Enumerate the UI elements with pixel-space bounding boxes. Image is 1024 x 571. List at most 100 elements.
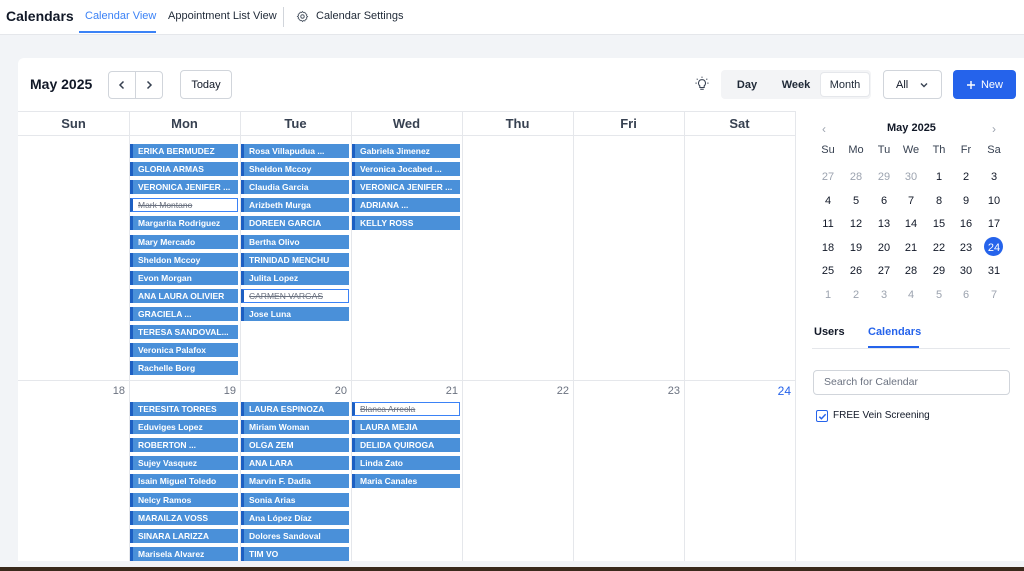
appointment-event[interactable]: Sheldon Mccoy — [241, 162, 349, 177]
calendar-checkbox[interactable] — [816, 410, 828, 422]
appointment-event[interactable]: Sheldon Mccoy — [130, 252, 238, 267]
appointment-event[interactable]: KELLY ROSS — [352, 216, 460, 231]
previous-button[interactable] — [108, 71, 136, 99]
appointment-event[interactable]: ANA LAURA OLIVIER — [130, 288, 238, 303]
appointment-event[interactable]: GRACIELA ... — [130, 306, 238, 321]
appointment-event[interactable]: Mark Montano — [130, 198, 238, 213]
mini-day[interactable]: 23 — [956, 240, 976, 256]
next-button[interactable] — [135, 71, 163, 99]
appointment-event[interactable]: Rachelle Borg — [130, 361, 238, 376]
appointment-event[interactable]: Gabriela Jimenez — [352, 144, 460, 158]
view-week-button[interactable]: Week — [772, 73, 820, 96]
appointment-event[interactable]: Maria Canales — [352, 474, 460, 489]
tab-calendars[interactable]: Calendars — [868, 326, 921, 338]
appointment-event[interactable]: MARAILZA VOSS — [130, 510, 238, 525]
mini-day[interactable]: 1 — [929, 169, 949, 185]
appointment-event[interactable]: Marisela Alvarez — [130, 546, 238, 561]
new-button[interactable]: New — [953, 70, 1016, 99]
appointment-event[interactable]: Ana López Díaz — [241, 510, 349, 525]
mini-day[interactable]: 6 — [956, 287, 976, 303]
appointment-event[interactable]: ERIKA BERMUDEZ — [130, 144, 238, 158]
mini-day[interactable]: 17 — [984, 216, 1004, 232]
appointment-event[interactable]: LAURA ESPINOZA — [241, 402, 349, 416]
day-number[interactable]: 18 — [18, 385, 125, 397]
mini-day[interactable]: 27 — [818, 169, 838, 185]
appointment-event[interactable]: Jose Luna — [241, 306, 349, 321]
mini-day[interactable]: 12 — [846, 216, 866, 232]
appointment-event[interactable]: ADRIANA ... — [352, 198, 460, 213]
mini-day[interactable]: 5 — [846, 193, 866, 209]
appointment-event[interactable]: Bertha Olivo — [241, 234, 349, 249]
appointment-event[interactable]: Claudia Garcia — [241, 180, 349, 195]
mini-prev-icon[interactable]: ‹ — [822, 122, 826, 136]
mini-day[interactable]: 21 — [901, 240, 921, 256]
mini-day[interactable]: 20 — [874, 240, 894, 256]
mini-day[interactable]: 4 — [901, 287, 921, 303]
mini-day[interactable]: 4 — [818, 193, 838, 209]
appointment-event[interactable]: DELIDA QUIROGA — [352, 438, 460, 453]
mini-next-icon[interactable]: › — [992, 122, 996, 136]
mini-day[interactable]: 28 — [846, 169, 866, 185]
appointment-event[interactable]: DOREEN GARCIA — [241, 216, 349, 231]
appointment-event[interactable]: Sujey Vasquez — [130, 456, 238, 471]
mini-day[interactable]: 28 — [901, 263, 921, 279]
appointment-event[interactable]: CARMEN VARGAS — [241, 288, 349, 303]
appointment-event[interactable]: TRINIDAD MENCHU — [241, 252, 349, 267]
mini-day[interactable]: 14 — [901, 216, 921, 232]
appointment-event[interactable]: Sonia Arias — [241, 492, 349, 507]
appointment-event[interactable]: Miriam Woman — [241, 420, 349, 435]
mini-day[interactable]: 7 — [984, 287, 1004, 303]
appointment-event[interactable]: Eduviges Lopez — [130, 420, 238, 435]
appointment-event[interactable]: Marvin F. Dadia — [241, 474, 349, 489]
mini-day[interactable]: 5 — [929, 287, 949, 303]
appointment-event[interactable]: ROBERTON ... — [130, 438, 238, 453]
appointment-event[interactable]: TIM VO — [241, 546, 349, 561]
mini-day[interactable]: 11 — [818, 216, 838, 232]
day-number[interactable]: 21 — [351, 385, 458, 397]
mini-day[interactable]: 3 — [874, 287, 894, 303]
appointment-event[interactable]: VERONICA JENIFER ... — [130, 180, 238, 195]
appointment-event[interactable]: Nelcy Ramos — [130, 492, 238, 507]
mini-day[interactable]: 30 — [956, 263, 976, 279]
tab-calendar-settings[interactable]: Calendar Settings — [316, 10, 403, 22]
appointment-event[interactable]: TERESITA TORRES — [130, 402, 238, 416]
filter-select[interactable]: All — [883, 70, 942, 99]
mini-day[interactable]: 31 — [984, 263, 1004, 279]
appointment-event[interactable]: Rosa Villapudua ... — [241, 144, 349, 158]
appointment-event[interactable]: Margarita Rodriguez — [130, 216, 238, 231]
mini-day[interactable]: 18 — [818, 240, 838, 256]
appointment-event[interactable]: SINARA LARIZZA — [130, 528, 238, 543]
appointment-event[interactable]: Blanca Arreola — [352, 402, 460, 416]
mini-day[interactable]: 29 — [929, 263, 949, 279]
appointment-event[interactable]: LAURA MEJIA — [352, 420, 460, 435]
view-month-button[interactable]: Month — [821, 73, 869, 96]
mini-day[interactable]: 7 — [901, 193, 921, 209]
view-day-button[interactable]: Day — [725, 73, 769, 96]
mini-day[interactable]: 16 — [956, 216, 976, 232]
appointment-event[interactable]: Mary Mercado — [130, 234, 238, 249]
mini-day[interactable]: 3 — [984, 169, 1004, 185]
mini-day[interactable]: 25 — [818, 263, 838, 279]
mini-day[interactable]: 2 — [956, 169, 976, 185]
appointment-event[interactable]: Isain Miguel Toledo — [130, 474, 238, 489]
appointment-event[interactable]: ANA LARA — [241, 456, 349, 471]
tab-appointment-list-view[interactable]: Appointment List View — [168, 10, 277, 22]
tab-users[interactable]: Users — [814, 326, 845, 338]
appointment-event[interactable]: Evon Morgan — [130, 270, 238, 285]
today-button[interactable]: Today — [180, 70, 232, 99]
mini-day-today[interactable]: 24 — [984, 240, 1004, 256]
mini-day[interactable]: 10 — [984, 193, 1004, 209]
day-number[interactable]: 23 — [573, 385, 680, 397]
mini-day[interactable]: 2 — [846, 287, 866, 303]
appointment-event[interactable]: Veronica Jocabed ... — [352, 162, 460, 177]
mini-day[interactable]: 30 — [901, 169, 921, 185]
day-number-today[interactable]: 24 — [684, 384, 791, 398]
mini-day[interactable]: 15 — [929, 216, 949, 232]
day-number[interactable]: 20 — [240, 385, 347, 397]
mini-day[interactable]: 8 — [929, 193, 949, 209]
day-number[interactable]: 19 — [129, 385, 236, 397]
appointment-event[interactable]: Veronica Palafox — [130, 343, 238, 358]
mini-day[interactable]: 9 — [956, 193, 976, 209]
mini-day[interactable]: 6 — [874, 193, 894, 209]
appointment-event[interactable]: OLGA ZEM — [241, 438, 349, 453]
